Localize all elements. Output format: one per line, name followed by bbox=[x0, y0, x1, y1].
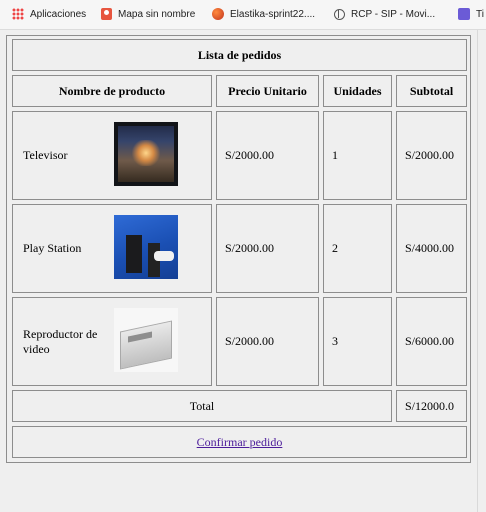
bookmark-rcp-label: RCP - SIP - Movi... bbox=[351, 9, 436, 20]
list-icon bbox=[458, 8, 470, 21]
unit-price: S/2000.00 bbox=[216, 297, 319, 386]
product-name: Televisor bbox=[23, 148, 68, 162]
units: 1 bbox=[323, 111, 392, 200]
bookmark-apps-label: Aplicaciones bbox=[30, 9, 87, 20]
confirm-row: Confirmar pedido bbox=[12, 426, 467, 458]
bookmark-elastika-label: Elastika-sprint22.... bbox=[230, 9, 316, 20]
bookmark-apps[interactable]: Aplicaciones bbox=[12, 8, 86, 22]
header-subtotal: Subtotal bbox=[396, 75, 467, 107]
unit-price: S/2000.00 bbox=[216, 204, 319, 293]
apps-icon bbox=[12, 8, 24, 21]
product-name: Play Station bbox=[23, 241, 82, 255]
table-row-product: Reproductor de video bbox=[12, 297, 212, 386]
unit-price: S/2000.00 bbox=[216, 111, 319, 200]
bookmark-ti-label: Ti bbox=[476, 9, 484, 20]
product-name: Reproductor de video bbox=[23, 326, 98, 356]
confirm-order-link[interactable]: Confirmar pedido bbox=[197, 435, 283, 450]
video-player-image bbox=[114, 308, 178, 372]
total-value: S/12000.0 bbox=[396, 390, 467, 422]
total-label: Total bbox=[12, 390, 392, 422]
subtotal: S/6000.00 bbox=[396, 297, 467, 386]
bookmark-map[interactable]: Mapa sin nombre bbox=[101, 8, 195, 22]
map-icon bbox=[101, 8, 112, 21]
header-units: Unidades bbox=[323, 75, 392, 107]
bookmark-ti[interactable]: Ti bbox=[458, 8, 484, 22]
page-content: Lista de pedidos Nombre de producto Prec… bbox=[0, 30, 486, 512]
bookmark-map-label: Mapa sin nombre bbox=[118, 9, 196, 20]
television-image bbox=[114, 122, 178, 186]
subtotal: S/4000.00 bbox=[396, 204, 467, 293]
globe-icon bbox=[334, 8, 345, 20]
units: 2 bbox=[323, 204, 392, 293]
table-title: Lista de pedidos bbox=[12, 39, 467, 71]
table-row-product: Televisor bbox=[12, 111, 212, 200]
bookmark-rcp[interactable]: RCP - SIP - Movi... bbox=[334, 8, 435, 22]
header-unit-price: Precio Unitario bbox=[216, 75, 319, 107]
subtotal: S/2000.00 bbox=[396, 111, 467, 200]
bookmark-elastika[interactable]: Elastika-sprint22.... bbox=[212, 8, 315, 22]
divider bbox=[477, 30, 478, 512]
units: 3 bbox=[323, 297, 392, 386]
playstation-image bbox=[114, 215, 178, 279]
header-product-name: Nombre de producto bbox=[12, 75, 212, 107]
bookmarks-bar: Aplicaciones Mapa sin nombre Elastika-sp… bbox=[0, 0, 486, 30]
table-row-product: Play Station bbox=[12, 204, 212, 293]
elastika-icon bbox=[212, 8, 224, 21]
